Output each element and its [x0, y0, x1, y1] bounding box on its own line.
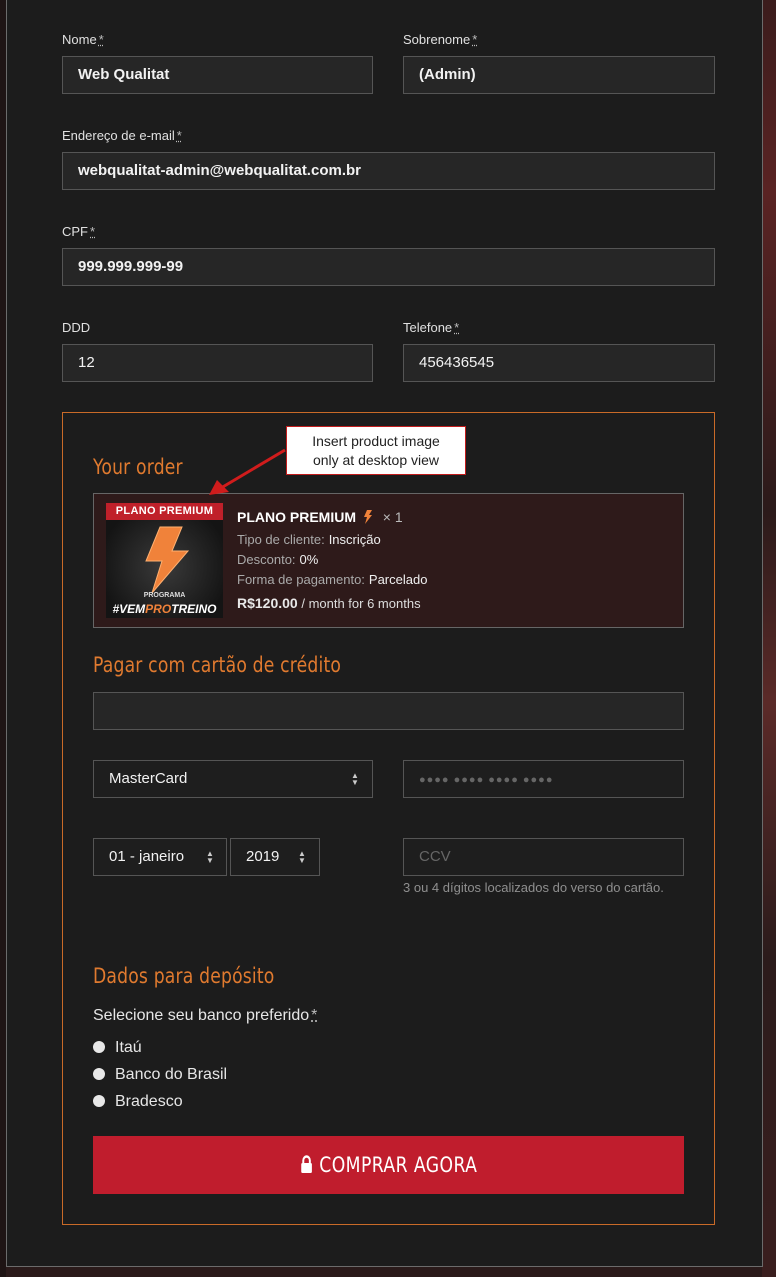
card-brand-select[interactable]: MasterCard ▲ ▼: [93, 760, 373, 798]
product-price: R$120.00 / month for 6 months: [237, 595, 421, 611]
card-holder-input[interactable]: [93, 692, 684, 730]
bank-select-label-text: Selecione seu banco preferido: [93, 1007, 310, 1024]
buy-now-button[interactable]: COMPRAR AGORA: [93, 1136, 684, 1194]
bank-option-bradesco[interactable]: Bradesco: [93, 1093, 183, 1111]
ddd-input[interactable]: 12: [62, 344, 373, 382]
expiry-year-value: 2019: [246, 848, 280, 865]
order-section: Your order PLANO PREMIUM PROGRAMA #VEMPR…: [62, 412, 715, 1225]
product-quantity: × 1: [382, 509, 403, 525]
cpf-label-text: CPF: [62, 224, 88, 239]
callout-arrow-icon: [209, 448, 286, 495]
required-mark: *: [472, 32, 478, 47]
product-card: PLANO PREMIUM PROGRAMA #VEMPROTREINO PLA…: [93, 493, 684, 628]
ccv-input[interactable]: CCV: [403, 838, 684, 876]
email-input[interactable]: webqualitat-admin@webqualitat.com.br: [62, 152, 715, 190]
first-name-input[interactable]: Web Qualitat: [62, 56, 373, 94]
payment-form-value: Parcelado: [368, 572, 428, 587]
expiry-month-value: 01 - janeiro: [109, 848, 185, 865]
product-image-tag-highlight: PRO: [145, 602, 172, 616]
required-mark: *: [90, 224, 96, 239]
product-image-tag-suffix: TREINO: [171, 602, 217, 616]
checkout-panel: Nome * Web Qualitat Sobrenome * (Admin) En…: [6, 0, 763, 1267]
required-mark: *: [454, 320, 460, 335]
client-type-label: Tipo de cliente:: [237, 532, 325, 547]
lightning-icon: [363, 510, 372, 524]
radio-button[interactable]: [93, 1068, 105, 1080]
price-suffix: / month for 6 months: [301, 596, 421, 611]
ccv-hint: 3 ou 4 dígitos localizados do verso do c…: [403, 880, 664, 895]
ddd-label-text: DDD: [62, 320, 91, 335]
select-arrows-icon: ▲ ▼: [351, 771, 359, 787]
product-title: PLANO PREMIUM × 1: [237, 509, 403, 525]
bank-option-itau[interactable]: Itaú: [93, 1039, 142, 1057]
lock-icon: [300, 1155, 312, 1173]
client-type-row: Tipo de cliente: Inscrição: [237, 532, 381, 547]
bank-option-label: Itaú: [115, 1039, 142, 1056]
card-brand-value: MasterCard: [109, 770, 188, 787]
ddd-label: DDD: [62, 320, 90, 335]
price-amount: R$120.00: [237, 595, 298, 611]
payment-form-row: Forma de pagamento: Parcelado: [237, 572, 427, 587]
discount-row: Desconto: 0%: [237, 552, 318, 567]
card-number-input[interactable]: ●●●● ●●●● ●●●● ●●●●: [403, 760, 684, 798]
bank-option-banco-do-brasil[interactable]: Banco do Brasil: [93, 1066, 227, 1084]
lightning-bolt-icon: [145, 526, 190, 594]
ccv-placeholder: CCV: [419, 848, 451, 865]
annotation-callout: Insert product image only at desktop vie…: [286, 426, 466, 475]
product-image-tag-prefix: #VEM: [112, 602, 146, 616]
radio-button[interactable]: [93, 1095, 105, 1107]
cpf-input[interactable]: 999.999.999-99: [62, 248, 715, 286]
product-image-tag: PROGRAMA #VEMPROTREINO: [112, 592, 217, 616]
select-arrows-icon: ▲ ▼: [298, 849, 306, 865]
required-mark: *: [176, 128, 182, 143]
expiry-year-select[interactable]: 2019 ▲ ▼: [230, 838, 320, 876]
expiry-month-select[interactable]: 01 - janeiro ▲ ▼: [93, 838, 227, 876]
email-label-text: Endereço de e-mail: [62, 128, 175, 143]
phone-input[interactable]: 456436545: [403, 344, 715, 382]
bank-option-label: Banco do Brasil: [115, 1066, 228, 1083]
product-image: PLANO PREMIUM PROGRAMA #VEMPROTREINO: [106, 503, 223, 618]
product-name: PLANO PREMIUM: [237, 509, 356, 525]
bank-select-label: Selecione seu banco preferido *: [93, 1007, 317, 1025]
deposit-title: Dados para depósito: [93, 964, 275, 988]
discount-label: Desconto:: [237, 552, 296, 567]
buy-now-label: COMPRAR AGORA: [318, 1153, 477, 1177]
callout-line-2: only at desktop view: [312, 452, 440, 468]
radio-button[interactable]: [93, 1041, 105, 1053]
email-label: Endereço de e-mail *: [62, 128, 182, 143]
client-type-value: Inscrição: [328, 532, 381, 547]
phone-label-text: Telefone: [403, 320, 453, 335]
cpf-label: CPF *: [62, 224, 95, 239]
bank-option-label: Bradesco: [115, 1093, 183, 1110]
payment-form-label: Forma de pagamento:: [237, 572, 365, 587]
last-name-label-text: Sobrenome: [403, 32, 471, 47]
last-name-label: Sobrenome *: [403, 32, 477, 47]
required-mark: *: [311, 1007, 318, 1024]
first-name-label: Nome *: [62, 32, 104, 47]
select-arrows-icon: ▲ ▼: [206, 849, 214, 865]
background-right: [762, 0, 776, 1277]
your-order-title: Your order: [93, 455, 183, 479]
product-image-tag-small: PROGRAMA: [143, 592, 186, 599]
card-number-placeholder: ●●●● ●●●● ●●●● ●●●●: [419, 774, 554, 786]
required-mark: *: [98, 32, 104, 47]
callout-line-1: Insert product image: [312, 433, 440, 449]
first-name-label-text: Nome: [62, 32, 97, 47]
phone-label: Telefone *: [403, 320, 459, 335]
last-name-input[interactable]: (Admin): [403, 56, 715, 94]
credit-card-title: Pagar com cartão de crédito: [93, 653, 342, 677]
discount-value: 0%: [299, 552, 319, 567]
product-image-banner: PLANO PREMIUM: [106, 503, 223, 520]
